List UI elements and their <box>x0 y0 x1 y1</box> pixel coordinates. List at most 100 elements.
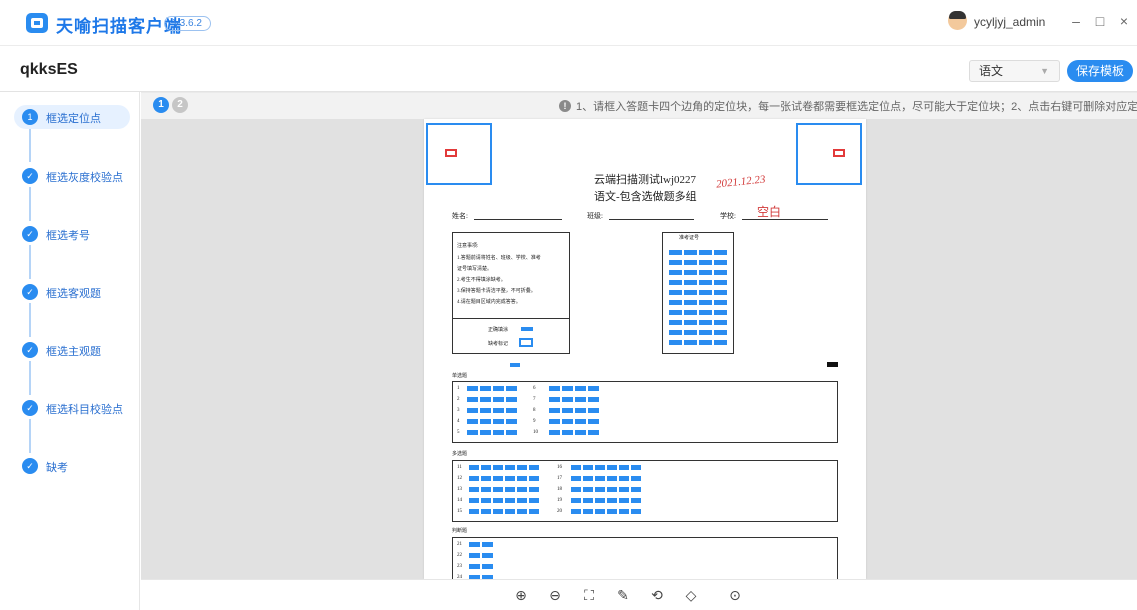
template-name: qkksES <box>20 61 78 78</box>
option-bubble <box>595 465 605 470</box>
option-bubble <box>469 487 479 492</box>
option-bubble <box>699 300 712 305</box>
option-bubble <box>482 564 493 569</box>
handwritten-note: 空白 <box>757 205 782 219</box>
option-bubble <box>714 340 727 345</box>
gray-check-block <box>510 363 520 367</box>
check-icon: ✓ <box>22 400 38 416</box>
step-connector <box>29 245 31 279</box>
target-icon[interactable]: ⊙ <box>727 587 743 603</box>
option-bubble <box>493 397 504 402</box>
maximize-button[interactable]: □ <box>1093 13 1107 29</box>
option-bubble <box>562 397 573 402</box>
question-number: 14 <box>457 498 462 503</box>
option-bubble <box>699 270 712 275</box>
option-bubble <box>669 300 682 305</box>
option-bubble <box>588 419 599 424</box>
question-number: 11 <box>457 465 462 470</box>
option-bubble <box>684 300 697 305</box>
step-gray-check[interactable]: ✓ 框选灰度校验点 <box>14 164 130 188</box>
rotate-icon[interactable]: ⟲ <box>649 587 665 603</box>
info-icon: ! <box>559 100 571 112</box>
option-bubble <box>583 476 593 481</box>
option-bubble <box>595 487 605 492</box>
option-bubble <box>714 260 727 265</box>
option-bubble <box>684 280 697 285</box>
note-line: 3.保持答题卡清洁平整，不可折叠。 <box>457 289 536 294</box>
step-sidebar: 1 框选定位点 ✓ 框选灰度校验点 ✓ 框选考号 ✓ 框选客观题 ✓ 框选主观题… <box>0 92 140 610</box>
option-bubble <box>506 430 517 435</box>
save-template-button[interactable]: 保存模板 <box>1067 60 1133 82</box>
option-bubble <box>714 270 727 275</box>
option-bubble <box>549 430 560 435</box>
option-bubble <box>529 476 539 481</box>
page-2-tab[interactable]: 2 <box>172 97 188 113</box>
option-bubble <box>493 408 504 413</box>
check-icon: ✓ <box>22 342 38 358</box>
scan-canvas[interactable]: 云端扫描测试lwj0227 语文-包含选做题多组 2021.12.23 姓名: … <box>141 119 1137 587</box>
option-bubble <box>588 430 599 435</box>
subject-value: 语文 <box>979 64 1004 78</box>
option-bubble <box>699 250 712 255</box>
check-icon: ✓ <box>22 168 38 184</box>
step-absent[interactable]: ✓ 缺考 <box>14 454 130 478</box>
option-bubble <box>469 564 480 569</box>
edit-icon[interactable]: ✎ <box>615 587 631 603</box>
eraser-icon[interactable]: ◇ <box>683 587 699 603</box>
step-locate-points[interactable]: 1 框选定位点 <box>14 105 130 129</box>
anchor-selection-top-right[interactable] <box>796 123 862 185</box>
page-1-tab[interactable]: 1 <box>153 97 169 113</box>
note-line: 1.答题前请将姓名、班级、学校、准考 <box>457 256 541 261</box>
option-bubble <box>714 250 727 255</box>
absent-mark-box <box>519 338 533 347</box>
question-number: 16 <box>557 465 562 470</box>
true-false-title: 判断题 <box>452 529 468 534</box>
step-objective[interactable]: ✓ 框选客观题 <box>14 280 130 304</box>
option-bubble <box>669 340 682 345</box>
step-label: 框选科目校验点 <box>46 404 123 416</box>
option-bubble <box>469 509 479 514</box>
option-bubble <box>517 476 527 481</box>
option-bubble <box>699 310 712 315</box>
step-subjective[interactable]: ✓ 框选主观题 <box>14 338 130 362</box>
option-bubble <box>714 310 727 315</box>
option-bubble <box>699 280 712 285</box>
question-number: 1 <box>457 386 460 391</box>
option-bubble <box>467 430 478 435</box>
option-bubble <box>493 419 504 424</box>
avatar[interactable] <box>948 11 967 30</box>
question-number: 3 <box>457 408 460 413</box>
fit-screen-icon[interactable]: ⛶ <box>581 587 597 603</box>
sheet-title: 云端扫描测试lwj0227 <box>594 174 697 186</box>
close-button[interactable]: × <box>1117 13 1131 29</box>
class-line <box>609 219 694 220</box>
option-bubble <box>481 487 491 492</box>
option-bubble <box>669 330 682 335</box>
step-subject-check[interactable]: ✓ 框选科目校验点 <box>14 396 130 420</box>
option-bubble <box>588 386 599 391</box>
subject-select[interactable]: 语文 ▼ <box>969 60 1060 82</box>
name-line <box>474 219 562 220</box>
option-bubble <box>506 386 517 391</box>
step-connector <box>29 361 31 395</box>
anchor-selection-top-left[interactable] <box>426 123 492 185</box>
option-bubble <box>631 465 641 470</box>
zoom-out-icon[interactable]: ⊖ <box>547 587 563 603</box>
option-bubble <box>549 386 560 391</box>
zoom-in-icon[interactable]: ⊕ <box>513 587 529 603</box>
option-bubble <box>619 498 629 503</box>
username[interactable]: ycyljyj_admin <box>974 15 1045 29</box>
note-line: 2.考生不得填涂缺考。 <box>457 278 506 283</box>
option-bubble <box>669 310 682 315</box>
option-bubble <box>505 465 515 470</box>
divider <box>453 318 569 319</box>
option-bubble <box>714 320 727 325</box>
option-bubble <box>481 476 491 481</box>
answer-sheet[interactable]: 云端扫描测试lwj0227 语文-包含选做题多组 2021.12.23 姓名: … <box>424 119 866 587</box>
step-exam-number[interactable]: ✓ 框选考号 <box>14 222 130 246</box>
minimize-button[interactable]: – <box>1069 13 1083 29</box>
notes-box: 注意事项: 1.答题前请将姓名、班级、学校、准考 证号填写清楚。 2.考生不得填… <box>452 232 570 354</box>
option-bubble <box>481 465 491 470</box>
option-bubble <box>699 320 712 325</box>
option-bubble <box>631 476 641 481</box>
